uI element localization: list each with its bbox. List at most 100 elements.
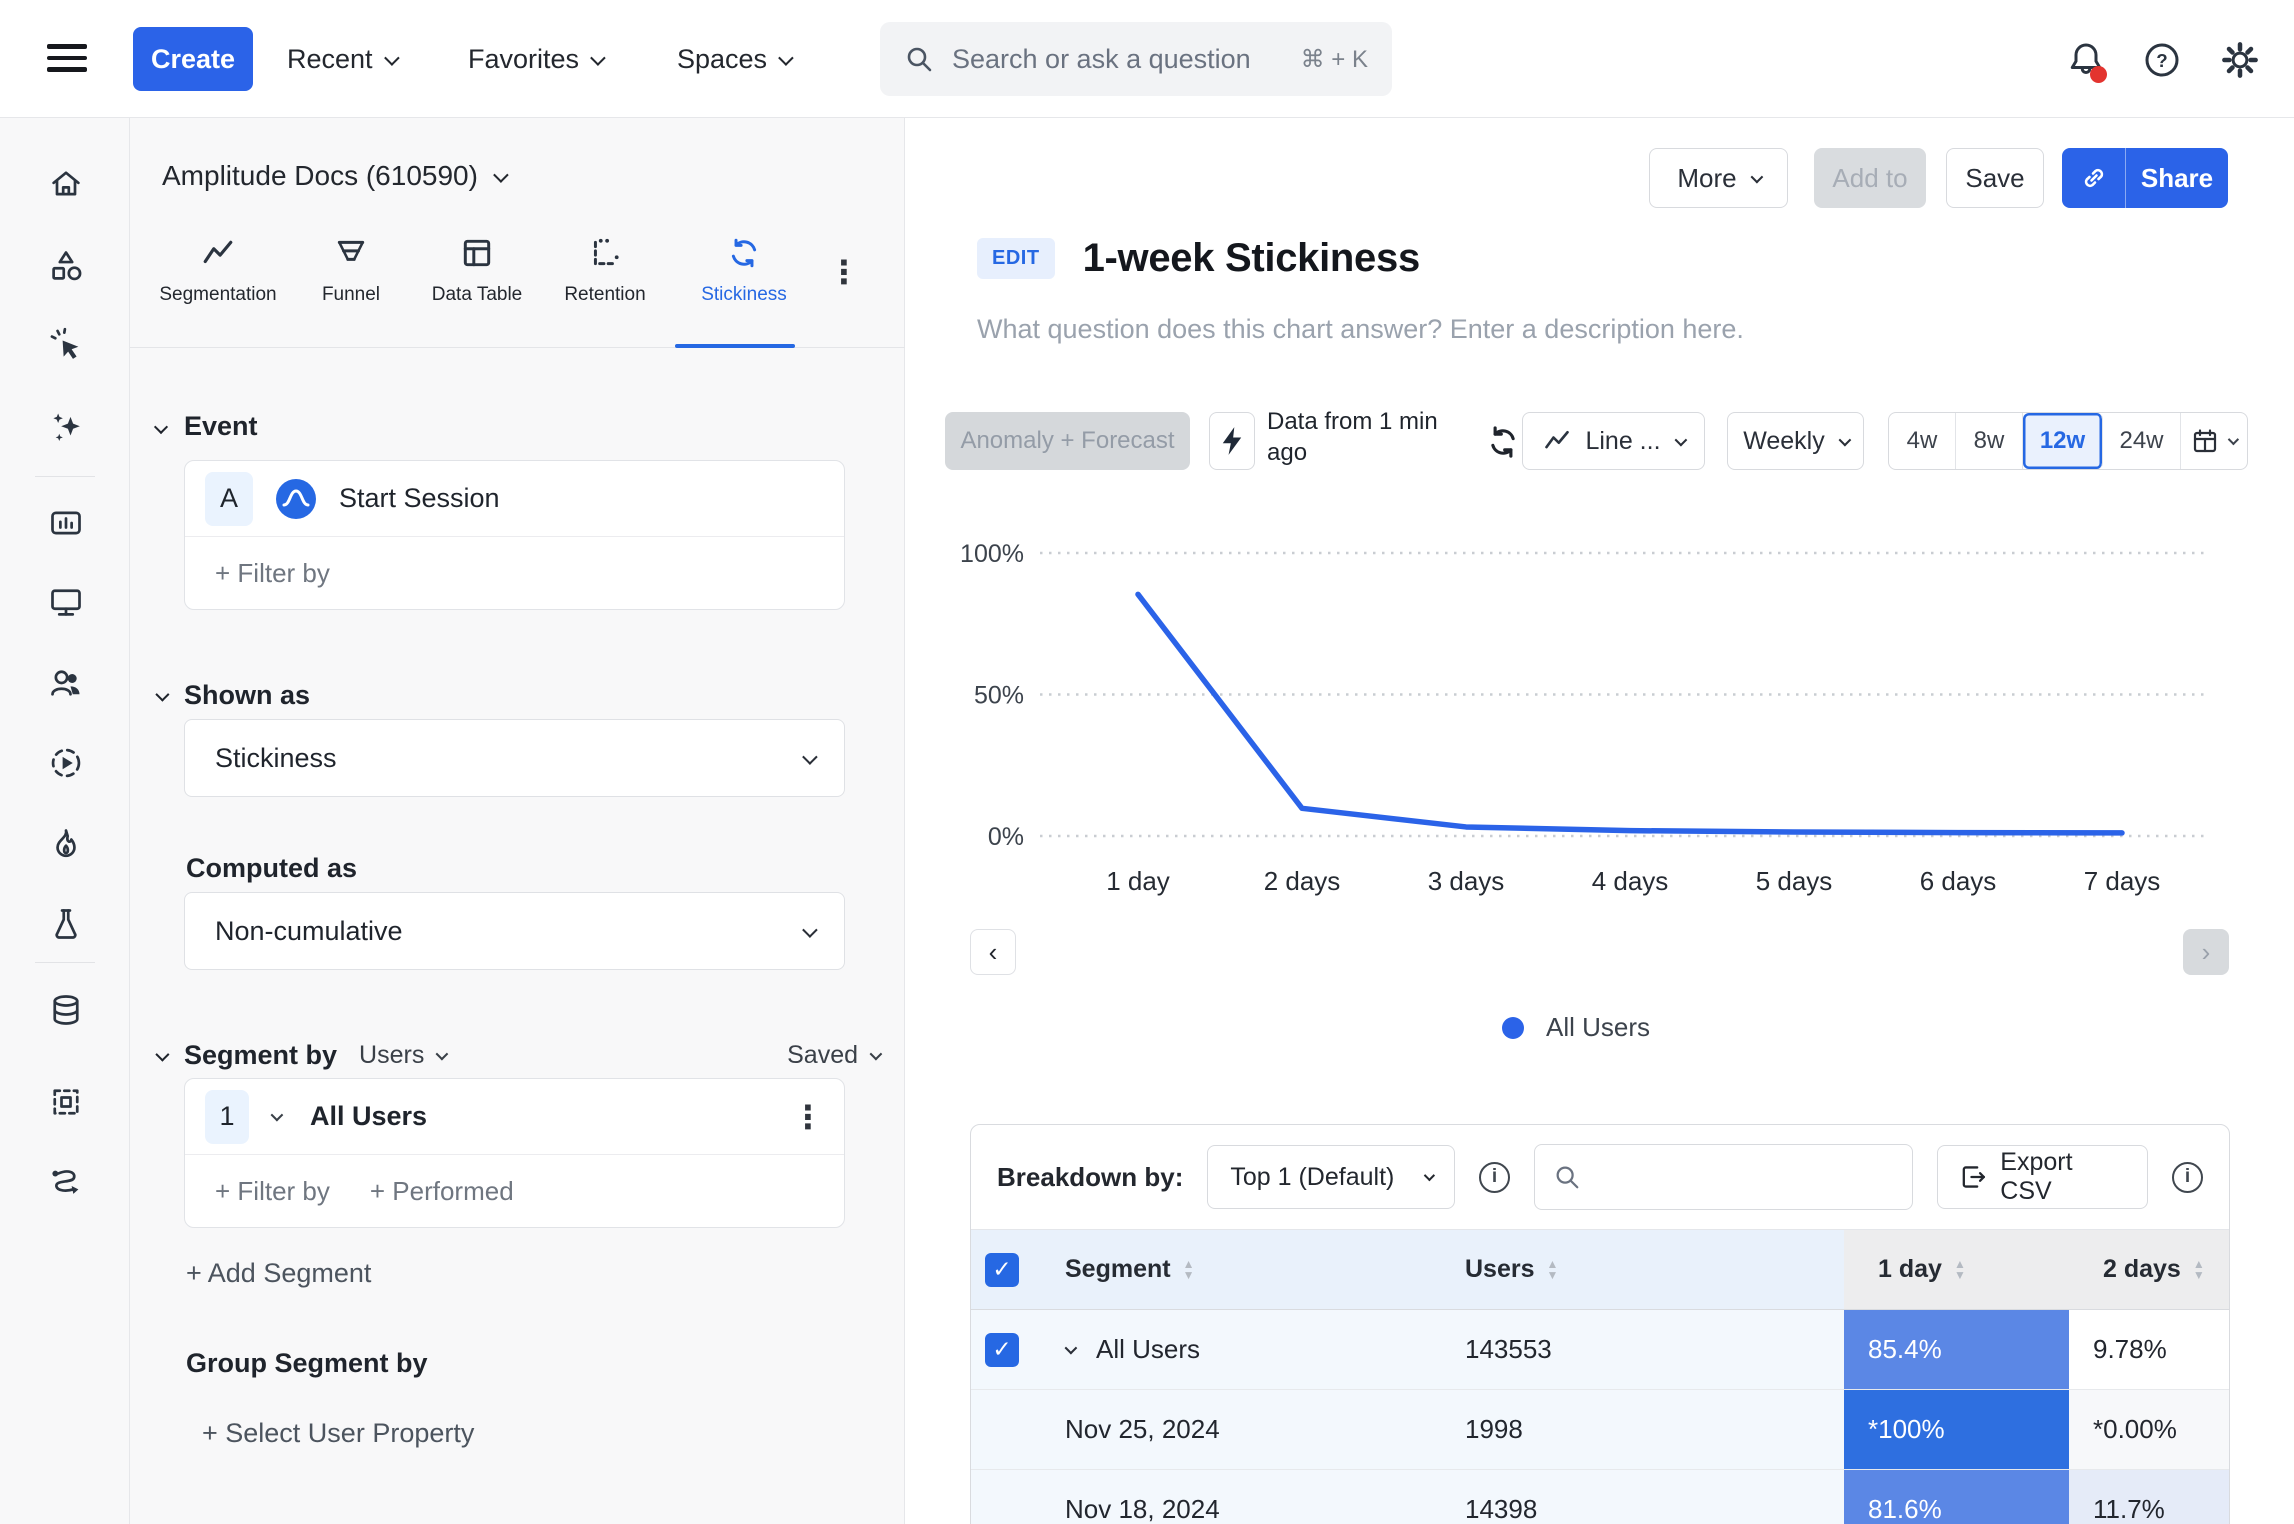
help-button[interactable]: ? [2142, 40, 2182, 80]
sort-icon: ▲ ▼ [1546, 1256, 1559, 1282]
dashboards-icon[interactable] [48, 505, 84, 541]
chart-prev-button[interactable]: ‹ [970, 929, 1016, 975]
breakdown-controls: Breakdown by: Top 1 (Default) i Export C… [971, 1125, 2229, 1230]
copy-link-button[interactable] [2062, 148, 2126, 208]
shown-as-header[interactable]: Shown as [155, 680, 310, 711]
settings-button[interactable] [2220, 40, 2260, 80]
page-title[interactable]: 1-week Stickiness [1083, 236, 1421, 281]
segment-performed-button[interactable]: + Performed [370, 1176, 514, 1207]
more-button[interactable]: More [1649, 148, 1788, 208]
add-segment-button[interactable]: + Add Segment [186, 1258, 371, 1289]
table-search-input[interactable] [1534, 1144, 1913, 1210]
svg-text:?: ? [2156, 50, 2167, 71]
range-24w[interactable]: 24w [2103, 413, 2181, 469]
table-row[interactable]: ✓ All Users 143553 85.4% 9.78% [971, 1310, 2229, 1390]
chevron-down-icon [153, 419, 169, 434]
saved-segments-dropdown[interactable]: Saved [787, 1041, 883, 1070]
cursor-click-icon[interactable] [48, 327, 84, 363]
segment-filter-by-button[interactable]: + Filter by [215, 1176, 330, 1207]
nav-favorites[interactable]: Favorites [468, 44, 606, 75]
svg-text:100%: 100% [960, 540, 1024, 568]
segment-type-dropdown[interactable]: Users [359, 1041, 449, 1070]
select-user-property-button[interactable]: + Select User Property [202, 1418, 474, 1449]
search-input[interactable]: Search or ask a question ⌘ + K [880, 22, 1392, 96]
row-checkbox[interactable]: ✓ [985, 1332, 1019, 1367]
tab-data-table[interactable]: Data Table [427, 236, 527, 306]
create-button[interactable]: Create [133, 27, 253, 91]
range-4w[interactable]: 4w [1889, 413, 1956, 469]
event-filter-by-button[interactable]: + Filter by [215, 558, 330, 589]
segment-row[interactable]: 1 All Users ⋮ [185, 1079, 844, 1155]
home-icon[interactable] [48, 166, 84, 202]
add-to-button[interactable]: Add to [1814, 148, 1926, 208]
col-header-2days[interactable]: 2 days ▲ ▼ [2069, 1230, 2229, 1310]
heatmap-cell: 9.78% [2069, 1310, 2229, 1390]
active-tab-underline [675, 344, 795, 348]
event-card: A Start Session + Filter by [184, 460, 845, 610]
table-row[interactable]: Nov 25, 2024 1998 *100% *0.00% [971, 1390, 2229, 1470]
tabs-overflow-menu[interactable]: ⋮ [828, 256, 860, 288]
tab-retention[interactable]: Retention [560, 236, 650, 306]
chart-type-dropdown[interactable]: Line ... [1522, 412, 1705, 470]
col-header-1day[interactable]: 1 day ▲ ▼ [1844, 1230, 2069, 1310]
event-row[interactable]: A Start Session [185, 461, 844, 537]
nav-recent[interactable]: Recent [287, 44, 400, 75]
interval-dropdown[interactable]: Weekly [1727, 412, 1864, 470]
users-icon[interactable] [48, 665, 84, 701]
segment-options-menu[interactable]: ⋮ [792, 1101, 824, 1133]
notifications-button[interactable] [2066, 40, 2107, 83]
hamburger-menu-button[interactable] [47, 37, 87, 79]
table-row[interactable]: Nov 18, 2024 14398 81.6% 11.7% [971, 1470, 2229, 1524]
save-button[interactable]: Save [1946, 148, 2044, 208]
computed-as-select[interactable]: Non-cumulative [184, 892, 845, 970]
breakdown-dropdown[interactable]: Top 1 (Default) [1207, 1145, 1456, 1209]
ai-sparkles-icon[interactable] [48, 409, 84, 445]
chip-select-icon[interactable] [48, 1084, 84, 1120]
edit-badge[interactable]: EDIT [977, 238, 1055, 279]
range-8w[interactable]: 8w [1956, 413, 2023, 469]
svg-text:6 days: 6 days [1920, 866, 1997, 896]
data-freshness-text: Data from 1 min ago [1267, 408, 1438, 466]
sort-icon: ▲ ▼ [1182, 1256, 1195, 1282]
tab-funnel[interactable]: Funnel [316, 236, 386, 306]
workspace-selector[interactable]: Amplitude Docs (610590) [162, 160, 509, 192]
chart-next-button[interactable]: › [2183, 929, 2229, 975]
refresh-button[interactable] [1485, 424, 1521, 460]
col-header-users[interactable]: Users ▲ ▼ [1431, 1230, 1844, 1310]
share-button[interactable]: Share [2126, 148, 2228, 208]
anomaly-forecast-button[interactable]: Anomaly + Forecast [945, 412, 1190, 470]
tab-segmentation[interactable]: Segmentation [153, 236, 283, 306]
select-all-checkbox[interactable]: ✓ [985, 1252, 1019, 1287]
custom-date-range-button[interactable] [2181, 413, 2247, 469]
info-icon[interactable]: i [1479, 1161, 1511, 1193]
search-placeholder: Search or ask a question [952, 43, 1251, 74]
legend-item-all-users[interactable]: All Users [1502, 1012, 1650, 1043]
monitor-icon[interactable] [48, 584, 84, 620]
table-header-row: ✓ Segment ▲ ▼ Users ▲ ▼ 1 day ▲ ▼ 2 days ▲ ▼ [971, 1230, 2229, 1310]
nav-spaces[interactable]: Spaces [677, 44, 794, 75]
info-icon[interactable]: i [2172, 1161, 2204, 1193]
chevron-down-icon [2227, 433, 2240, 446]
range-12w-selected[interactable]: 12w [2023, 413, 2103, 469]
session-replay-icon[interactable] [48, 745, 84, 781]
journeys-icon[interactable] [48, 1164, 84, 1200]
legend-color-dot [1502, 1016, 1524, 1039]
shown-as-select[interactable]: Stickiness [184, 719, 845, 797]
amplitude-logo-icon [276, 478, 316, 519]
tab-stickiness[interactable]: Stickiness [689, 236, 799, 306]
chevron-down-icon [802, 921, 818, 938]
retention-icon [593, 238, 619, 266]
flame-icon[interactable] [48, 826, 84, 862]
event-section-header[interactable]: Event [153, 411, 258, 442]
expand-row-icon[interactable] [1064, 1341, 1078, 1355]
chart-description-placeholder[interactable]: What question does this chart answer? En… [977, 314, 1744, 345]
chevron-down-icon [869, 1047, 883, 1061]
segment-card: 1 All Users ⋮ + Filter by + Performed [184, 1078, 845, 1228]
realtime-button[interactable] [1209, 412, 1255, 470]
database-icon[interactable] [48, 992, 84, 1028]
objects-icon[interactable] [48, 248, 84, 284]
experiment-flask-icon[interactable] [48, 906, 84, 942]
export-csv-button[interactable]: Export CSV [1936, 1145, 2149, 1209]
stickiness-line-chart[interactable]: 0% 50% 100% 1 day 2 days 3 days 4 days 5 days 6 … [945, 518, 2245, 998]
col-header-segment[interactable]: Segment ▲ ▼ [1031, 1230, 1431, 1310]
